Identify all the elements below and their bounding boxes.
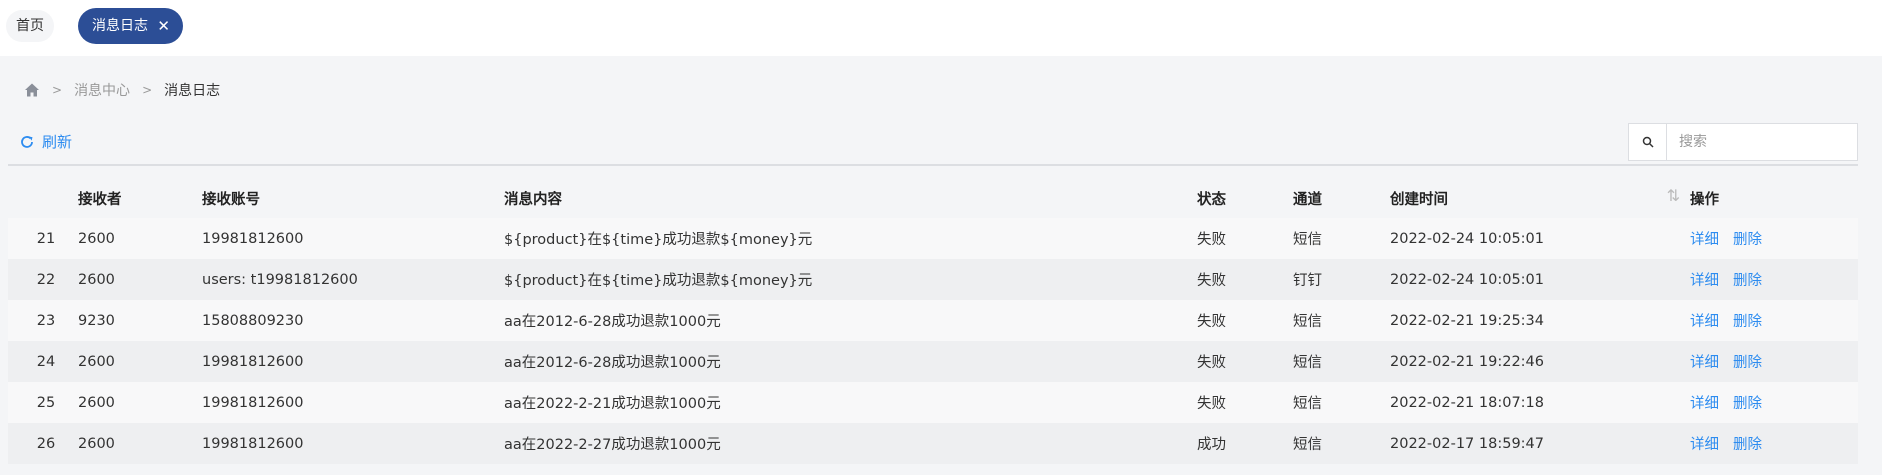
close-icon[interactable]: ✕	[157, 8, 170, 44]
cell-receiver: 2600	[78, 230, 115, 247]
refresh-label: 刷新	[42, 133, 73, 151]
breadcrumb: > 消息中心 > 消息日志	[24, 80, 220, 100]
cell-status: 失败	[1197, 232, 1226, 248]
delete-link[interactable]: 删除	[1733, 437, 1762, 453]
col-ops-header: 操作	[1690, 191, 1719, 208]
sort-icon[interactable]: ⇅	[1667, 188, 1680, 205]
home-icon[interactable]	[24, 82, 40, 98]
delete-link[interactable]: 删除	[1733, 273, 1762, 289]
cell-channel: 短信	[1293, 232, 1322, 248]
message-log-table: 接收者 接收账号 消息内容 状态 通道 创建时间 ⇅ 操作 21 2600 19…	[8, 178, 1858, 464]
cell-status: 失败	[1197, 314, 1226, 330]
cell-index: 21	[36, 230, 56, 247]
cell-created: 2022-02-17 18:59:47	[1390, 435, 1544, 452]
delete-link[interactable]: 删除	[1733, 232, 1762, 248]
cell-content: aa在2012-6-28成功退款1000元	[504, 355, 721, 371]
detail-link[interactable]: 详细	[1690, 232, 1719, 248]
cell-channel: 短信	[1293, 314, 1322, 330]
cell-receiver: 9230	[78, 312, 115, 329]
divider	[8, 164, 1858, 166]
col-receiver-header: 接收者	[78, 191, 122, 208]
cell-created: 2022-02-21 19:22:46	[1390, 353, 1544, 370]
cell-receiver: 2600	[78, 435, 115, 452]
cell-index: 26	[36, 435, 56, 452]
cell-status: 成功	[1197, 437, 1226, 453]
cell-created: 2022-02-24 10:05:01	[1390, 230, 1544, 247]
col-content-header: 消息内容	[504, 191, 562, 208]
cell-content: ${product}在${time}成功退款${money}元	[504, 232, 813, 248]
search-box	[1628, 123, 1858, 161]
cell-account: 19981812600	[202, 230, 304, 247]
cell-status: 失败	[1197, 396, 1226, 412]
search-icon[interactable]	[1629, 124, 1667, 160]
cell-content: ${product}在${time}成功退款${money}元	[504, 273, 813, 289]
cell-index: 23	[36, 312, 56, 329]
cell-ops: 详细 删除	[1690, 310, 1858, 331]
cell-ops: 详细 删除	[1690, 392, 1858, 413]
breadcrumb-current: 消息日志	[164, 83, 221, 99]
tab-bar: 首页 消息日志 ✕	[0, 0, 1882, 56]
cell-index: 25	[36, 394, 56, 411]
tab-message-log[interactable]: 消息日志 ✕	[78, 8, 183, 44]
cell-channel: 短信	[1293, 355, 1322, 371]
cell-account: 19981812600	[202, 394, 304, 411]
cell-ops: 详细 删除	[1690, 269, 1858, 290]
cell-created: 2022-02-21 19:25:34	[1390, 312, 1544, 329]
detail-link[interactable]: 详细	[1690, 396, 1719, 412]
cell-receiver: 2600	[78, 353, 115, 370]
table-row: 24 2600 19981812600 aa在2012-6-28成功退款1000…	[8, 341, 1858, 382]
cell-created: 2022-02-21 18:07:18	[1390, 394, 1544, 411]
cell-ops: 详细 删除	[1690, 228, 1858, 249]
cell-channel: 短信	[1293, 396, 1322, 412]
table-row: 21 2600 19981812600 ${product}在${time}成功…	[8, 218, 1858, 259]
cell-receiver: 2600	[78, 394, 115, 411]
breadcrumb-parent[interactable]: 消息中心	[74, 80, 130, 100]
cell-account: 19981812600	[202, 353, 304, 370]
tab-home[interactable]: 首页	[6, 10, 54, 42]
col-created-header[interactable]: 创建时间 ⇅	[1390, 188, 1690, 209]
cell-content: aa在2022-2-27成功退款1000元	[504, 437, 721, 453]
refresh-button[interactable]: 刷新	[20, 131, 72, 152]
cell-status: 失败	[1197, 273, 1226, 289]
table-row: 26 2600 19981812600 aa在2022-2-27成功退款1000…	[8, 423, 1858, 464]
cell-channel: 钉钉	[1293, 273, 1322, 289]
col-account-header: 接收账号	[202, 191, 260, 208]
delete-link[interactable]: 删除	[1733, 355, 1762, 371]
refresh-icon	[21, 135, 33, 148]
cell-content: aa在2012-6-28成功退款1000元	[504, 314, 721, 330]
cell-ops: 详细 删除	[1690, 351, 1858, 372]
cell-account: users: t19981812600	[202, 271, 358, 288]
cell-account: 19981812600	[202, 435, 304, 452]
cell-created: 2022-02-24 10:05:01	[1390, 271, 1544, 288]
table-row: 22 2600 users: t19981812600 ${product}在$…	[8, 259, 1858, 300]
cell-channel: 短信	[1293, 437, 1322, 453]
cell-receiver: 2600	[78, 271, 115, 288]
cell-ops: 详细 删除	[1690, 433, 1858, 454]
col-status-header: 状态	[1197, 191, 1226, 208]
cell-index: 22	[36, 271, 56, 288]
col-created-label: 创建时间	[1390, 191, 1448, 208]
delete-link[interactable]: 删除	[1733, 314, 1762, 330]
detail-link[interactable]: 详细	[1690, 437, 1719, 453]
search-input[interactable]	[1667, 124, 1857, 160]
detail-link[interactable]: 详细	[1690, 314, 1719, 330]
tab-message-log-label: 消息日志	[92, 18, 148, 34]
col-channel-header: 通道	[1293, 191, 1322, 208]
chevron-right-icon: >	[52, 83, 63, 97]
table-row: 23 9230 15808809230 aa在2012-6-28成功退款1000…	[8, 300, 1858, 341]
chevron-right-icon: >	[142, 83, 153, 97]
detail-link[interactable]: 详细	[1690, 273, 1719, 289]
table-header: 接收者 接收账号 消息内容 状态 通道 创建时间 ⇅ 操作	[8, 178, 1858, 218]
delete-link[interactable]: 删除	[1733, 396, 1762, 412]
cell-status: 失败	[1197, 355, 1226, 371]
cell-content: aa在2022-2-21成功退款1000元	[504, 396, 721, 412]
cell-index: 24	[36, 353, 56, 370]
table-row: 25 2600 19981812600 aa在2022-2-21成功退款1000…	[8, 382, 1858, 423]
cell-account: 15808809230	[202, 312, 304, 329]
detail-link[interactable]: 详细	[1690, 355, 1719, 371]
